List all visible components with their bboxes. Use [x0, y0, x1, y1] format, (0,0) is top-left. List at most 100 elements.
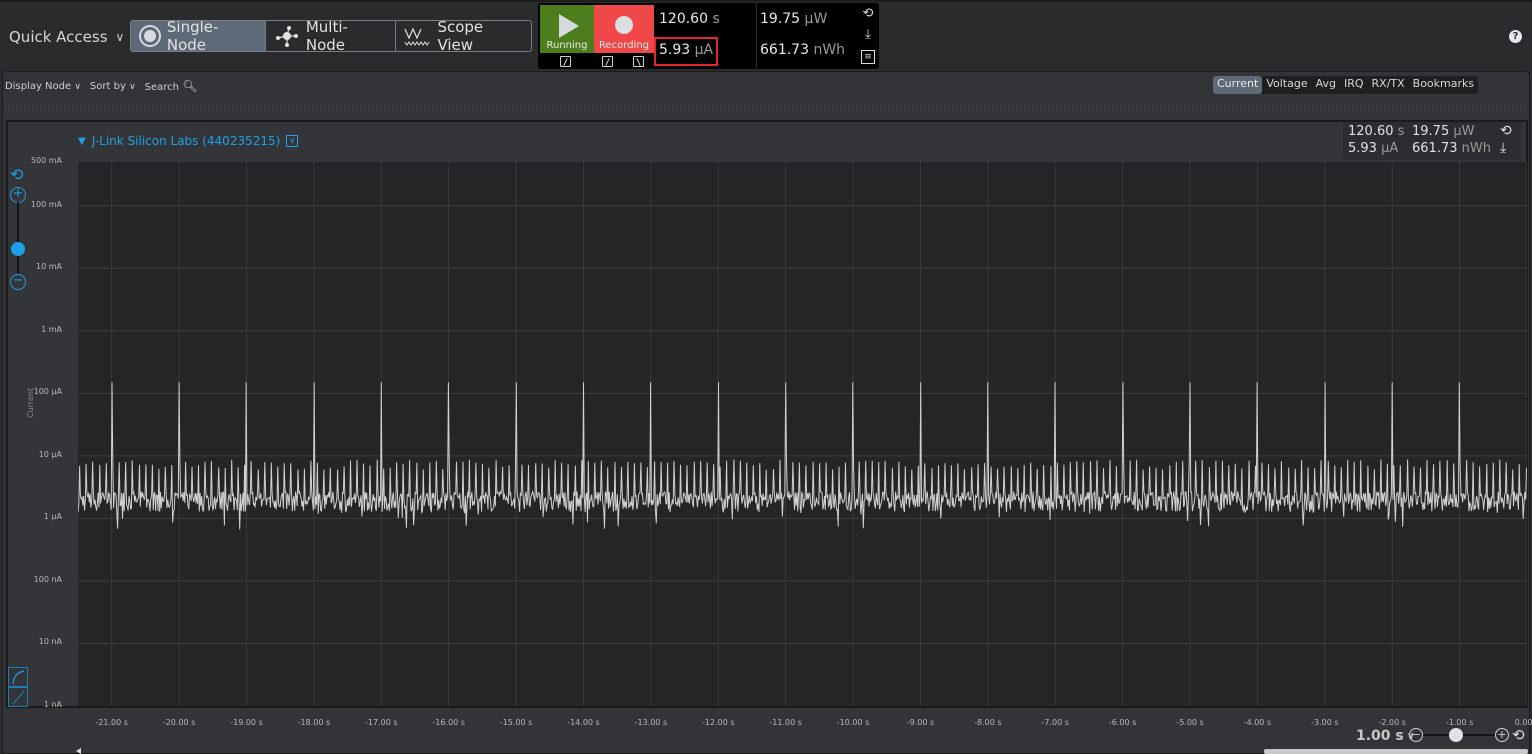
x-tick-label: -13.00 s [634, 718, 668, 727]
help-icon[interactable]: ? [1509, 30, 1522, 43]
x-tick-label: -7.00 s [1041, 718, 1069, 727]
y-tick-label: 100 µA [33, 387, 62, 397]
node-menu-chevron-icon[interactable]: ∨ [286, 135, 299, 147]
x-axis-reset-icon[interactable]: ⟲ [1512, 726, 1525, 744]
timeline-ruler[interactable] [5, 100, 1527, 112]
control-panel: Running Recording 120.60 s 5.93 µA 19.75… [538, 3, 879, 69]
x-tick-label: -18.00 s [297, 718, 331, 727]
x-tick-label: -9.00 s [906, 718, 935, 727]
scroll-left-arrow-icon[interactable] [76, 748, 81, 754]
record-trigger-rising-icon[interactable] [602, 56, 613, 67]
download-icon[interactable]: ⤓ [861, 28, 875, 42]
x-tick-label: -10.00 s [836, 718, 870, 727]
chevron-down-icon: ∨ [74, 81, 81, 92]
running-button[interactable]: Running [540, 5, 594, 53]
search-icon: 🔍︎ [182, 79, 198, 93]
x-tick-label: -20.00 s [162, 718, 196, 727]
node-stats-panel: 120.60 s 5.93 µA 19.75 µW 661.73 nWh ⟲ ⤓ [1343, 122, 1521, 160]
time-scale-value: 1.00 s [1356, 728, 1404, 744]
node-avg-power: 19.75 µW [1412, 124, 1475, 139]
x-tick-label: -19.00 s [230, 718, 263, 727]
search-button[interactable]: Search 🔍︎ [145, 79, 198, 93]
x-tick-label: -8.00 s [974, 718, 1002, 727]
filter-bar: Display Node ∨ Sort by ∨ Search 🔍︎ [5, 79, 197, 93]
node-avg-current: 5.93 µA [1348, 141, 1399, 156]
record-trigger-falling-icon[interactable] [633, 56, 644, 67]
node-duration: 120.60 s [1348, 124, 1405, 139]
x-tick-label: -3.00 s [1311, 718, 1339, 727]
duration-readout: 120.60 s [659, 11, 720, 27]
y-tick-label: 1 mA [41, 324, 62, 334]
y-zoom-slider-handle[interactable] [11, 242, 25, 256]
collapse-triangle-icon[interactable]: ▼ [78, 136, 86, 147]
energy-readout: 661.73 nWh [760, 42, 846, 58]
record-icon [615, 16, 633, 34]
x-tick-label: -5.00 s [1176, 718, 1204, 727]
recording-button[interactable]: Recording [594, 5, 654, 53]
time-scale-dropdown[interactable]: 1.00 s ∨ [1356, 728, 1415, 744]
chevron-down-icon: ∨ [115, 30, 125, 44]
recording-label: Recording [598, 40, 649, 51]
sort-by-dropdown[interactable]: Sort by ∨ [90, 81, 136, 92]
current-plot[interactable] [78, 162, 1527, 706]
linear-scale-button[interactable] [8, 687, 28, 707]
tab-current[interactable]: Current [1213, 76, 1263, 94]
linear-line-icon [12, 690, 25, 705]
tab-avg[interactable]: Avg [1312, 76, 1340, 94]
view-tabs: Current Voltage Avg IRQ RX/TX Bookmarks [1213, 76, 1479, 94]
multi-node-button[interactable]: Multi-Node [266, 21, 396, 51]
mode-selector: Single-Node Multi-Node Scope View [130, 20, 532, 52]
x-zoom-in-icon[interactable]: + [1495, 728, 1509, 742]
quick-access-dropdown[interactable]: Quick Access ∨ [9, 28, 124, 46]
tab-irq[interactable]: IRQ [1340, 76, 1368, 94]
x-tick-label: -6.00 s [1108, 718, 1137, 727]
network-icon [276, 26, 299, 47]
tab-rx-tx[interactable]: RX/TX [1368, 76, 1409, 94]
display-node-dropdown[interactable]: Display Node ∨ [5, 81, 81, 92]
x-tick-label: -12.00 s [702, 718, 735, 727]
y-tick-label: 10 mA [36, 262, 62, 272]
reset-icon[interactable]: ⟲ [861, 7, 875, 21]
x-tick-label: -14.00 s [567, 718, 600, 727]
node-download-icon[interactable]: ⤓ [1500, 140, 1506, 156]
y-tick-label: 100 mA [30, 199, 62, 209]
radio-icon [139, 25, 161, 47]
y-axis-reset-icon[interactable]: ⟲ [10, 165, 23, 184]
single-node-label: Single-Node [166, 20, 219, 52]
log-scale-button[interactable] [8, 667, 28, 687]
running-label: Running [546, 40, 588, 51]
scope-view-button[interactable]: Scope View [396, 21, 531, 51]
node-title[interactable]: ▼ J-Link Silicon Labs (440235215) ∨ [78, 134, 299, 148]
x-tick-label: -16.00 s [432, 718, 465, 727]
x-zoom-out-icon[interactable]: − [1409, 728, 1423, 742]
list-icon[interactable]: ≡ [861, 50, 875, 64]
horizontal-scrollbar[interactable] [1264, 749, 1528, 754]
y-tick-label: 500 mA [30, 156, 62, 165]
chevron-down-icon: ∨ [129, 81, 136, 92]
plot-grid [78, 162, 1527, 706]
single-node-button[interactable]: Single-Node [131, 20, 267, 52]
tab-bookmarks[interactable]: Bookmarks [1409, 76, 1478, 94]
tab-voltage[interactable]: Voltage [1262, 76, 1311, 94]
x-tick-label: -4.00 s [1243, 718, 1272, 727]
x-zoom-slider-handle[interactable] [1449, 728, 1463, 742]
y-zoom-slider[interactable] [17, 202, 19, 274]
y-tick-label: 1 µA [43, 512, 62, 522]
y-tick-label: 10 nA [38, 637, 62, 647]
avg-current-readout: 5.93 µA [659, 42, 714, 58]
y-tick-label: 100 nA [33, 574, 62, 584]
y-tick-label: 10 µA [38, 449, 62, 459]
quick-access-label: Quick Access [9, 28, 108, 46]
x-tick-label: -17.00 s [365, 718, 398, 727]
x-tick-label: -1.00 s [1445, 718, 1474, 727]
x-tick-label: -11.00 s [769, 718, 802, 727]
divider [756, 3, 757, 69]
y-zoom-out-icon[interactable]: − [10, 274, 26, 290]
run-trigger-rising-icon[interactable] [560, 56, 571, 67]
x-tick-label: -2.00 s [1378, 718, 1406, 727]
avg-power-readout: 19.75 µW [760, 11, 828, 27]
node-reset-icon[interactable]: ⟲ [1500, 123, 1512, 139]
y-zoom-in-icon[interactable]: + [10, 187, 26, 203]
play-icon [559, 14, 579, 38]
node-name: J-Link Silicon Labs (440235215) [91, 134, 281, 148]
